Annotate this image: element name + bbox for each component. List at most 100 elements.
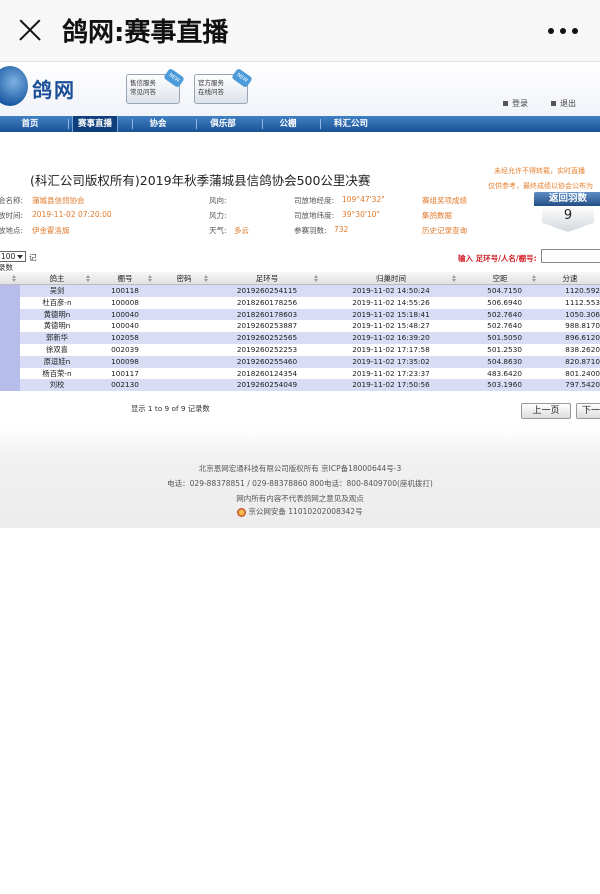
row-index-cell: [0, 344, 20, 356]
globe-logo-icon: [0, 66, 28, 106]
sort-icon: [452, 275, 456, 282]
cell-speed: 1112.553: [565, 297, 600, 307]
cell-loft: 102058: [111, 333, 139, 343]
logout-link[interactable]: 退出: [551, 98, 576, 109]
nav-divider: [132, 119, 133, 129]
weather-value: 多云: [234, 226, 249, 235]
cell-distance: 501.2530: [487, 345, 522, 354]
cell-arrival: 2019-11-02 17:35:02: [352, 356, 430, 366]
sort-icon: [532, 275, 536, 282]
table-row[interactable]: 吴剑 100118 2019260254115 2019-11-02 14:50:24…: [0, 285, 600, 297]
latitude-value: 39°30'10": [342, 210, 380, 219]
site-logo-text[interactable]: 鸽网: [32, 74, 76, 103]
copyright-notice-2: 仅供参考，最终成绩以协会公布为: [488, 182, 593, 190]
table-row[interactable]: 徐双喜 002039 2019260252253 2019-11-02 17:17:5…: [0, 344, 600, 356]
sort-icon: [204, 275, 208, 282]
cell-distance: 501.5050: [487, 333, 522, 343]
nav-item-association[interactable]: 协会: [138, 116, 178, 132]
entry-count-label: 参赛羽数:: [294, 226, 327, 235]
nav-item-live[interactable]: 赛事直播: [72, 116, 118, 132]
cell-distance: 483.6420: [487, 368, 522, 378]
cell-password: [156, 309, 212, 321]
search-input[interactable]: [541, 249, 600, 263]
col-header-label: 空距: [492, 274, 508, 283]
table-row[interactable]: 杜百彦-n 100008 2018260178256 2019-11-02 14:55…: [0, 296, 600, 309]
police-record-text: 京公网安备 11010202008342号: [248, 507, 363, 516]
col-header-owner[interactable]: 鸽主: [20, 272, 94, 285]
cell-ring: 2019260253887: [236, 321, 298, 331]
cell-ring: 2019260252253: [236, 345, 298, 354]
cell-owner: 吴剑: [49, 286, 65, 295]
col-header-label: 分速: [562, 274, 578, 283]
cell-password: [156, 344, 212, 356]
cell-loft: 100098: [111, 356, 139, 366]
cell-owner: 郭新华: [46, 333, 68, 343]
row-index-cell: [0, 332, 20, 344]
nav-item-loft[interactable]: 公棚: [268, 116, 308, 132]
cell-ring: 2019260255460: [236, 356, 298, 366]
more-options-icon[interactable]: [548, 28, 578, 36]
cell-arrival: 2019-11-02 14:50:24: [352, 286, 430, 295]
release-time-value: 2019-11-02 07:20:00: [32, 210, 112, 219]
nav-item-kehui[interactable]: 科汇公司: [326, 116, 376, 132]
org-label: 会名称:: [0, 196, 24, 205]
cell-arrival: 2019-11-02 15:18:41: [352, 309, 430, 319]
release-time-label: 放时间:: [0, 211, 24, 220]
col-header-ring[interactable]: 足环号: [212, 272, 322, 285]
cell-password: [156, 368, 212, 380]
cell-password: [156, 356, 212, 368]
cell-owner: 杨百荣-n: [42, 368, 72, 378]
col-header-loft[interactable]: 棚号: [94, 272, 156, 285]
org-value: 蒲城县信鸽协会: [32, 196, 85, 205]
page-size-suffix: 记: [29, 253, 37, 262]
logout-label: 退出: [560, 99, 576, 108]
next-page-button[interactable]: 下一: [576, 403, 600, 419]
col-header-index[interactable]: [0, 272, 20, 285]
release-place-label: 放地点:: [0, 226, 24, 235]
prev-page-button[interactable]: 上一页: [521, 403, 571, 419]
table-row[interactable]: 黄德明n 100040 2018260178603 2019-11-02 15:18:…: [0, 308, 600, 321]
cell-owner: 黄德明n: [43, 321, 71, 331]
cell-loft: 100008: [111, 297, 139, 307]
entry-count-value: 732: [334, 225, 349, 234]
col-header-arrival[interactable]: 归巢时间: [322, 272, 460, 285]
table-row[interactable]: 刘校 002130 2019260254049 2019-11-02 17:50:56…: [0, 379, 600, 392]
col-header-speed[interactable]: 分速: [540, 272, 600, 285]
footer-phone: 电话：029-88378851 / 029-88378860 800电话：800…: [167, 479, 433, 488]
footer-police-record[interactable]: 京公网安备 11010202008342号: [0, 506, 600, 517]
group-results-link[interactable]: 赛组奖项成绩: [422, 195, 467, 206]
footer-disclaimer: 网内所有内容不代表鸽网之意见及观点: [236, 494, 364, 503]
table-row[interactable]: 郭新华 102058 2019260252565 2019-11-02 16:39:2…: [0, 332, 600, 344]
cell-speed: 820.8710: [565, 356, 600, 366]
cell-arrival: 2019-11-02 17:23:37: [352, 368, 430, 378]
table-row[interactable]: 原逗娃n 100098 2019260255460 2019-11-02 17:35:…: [0, 355, 600, 368]
close-icon[interactable]: [14, 14, 46, 46]
returned-count-label: 返回羽数: [534, 192, 600, 206]
sales-service-button[interactable]: 售信服务 常见问答 NEW: [126, 67, 185, 104]
col-header-distance[interactable]: 空距: [460, 272, 540, 285]
release-place-value: 伊金霍洛旗: [32, 226, 70, 235]
login-link[interactable]: 登录: [503, 98, 528, 109]
sort-icon: [148, 275, 152, 282]
collection-data-link[interactable]: 集鸽数据: [422, 210, 452, 221]
col-header-password[interactable]: 密码: [156, 272, 212, 285]
cell-ring: 2019260254049: [236, 380, 298, 390]
cell-password: [156, 297, 212, 309]
wind-force-label: 风力:: [209, 211, 227, 220]
cell-loft: 100117: [111, 368, 139, 378]
history-query-link[interactable]: 历史记录查询: [422, 225, 467, 236]
returned-count-badge[interactable]: 返回羽数 9: [534, 192, 600, 236]
nav-item-home[interactable]: 首页: [10, 116, 50, 132]
cell-distance: 502.7640: [487, 309, 522, 319]
pager-info: 显示 1 to 9 of 9 记录数: [131, 404, 210, 413]
nav-divider: [68, 119, 69, 129]
cell-password: [156, 379, 212, 391]
page-size-select[interactable]: 100: [0, 251, 26, 262]
nav-item-club[interactable]: 俱乐部: [200, 116, 246, 132]
table-row[interactable]: 黄德明n 100040 2019260253887 2019-11-02 15:48:…: [0, 320, 600, 333]
table-row[interactable]: 杨百荣-n 100117 2018260124354 2019-11-02 17:23…: [0, 367, 600, 380]
latitude-label: 司放地纬度:: [294, 211, 335, 220]
returned-count-value: 9: [542, 206, 594, 232]
official-service-button[interactable]: 官方服务 在线问答 NEW: [194, 67, 253, 104]
cell-arrival: 2019-11-02 14:55:26: [352, 297, 430, 307]
